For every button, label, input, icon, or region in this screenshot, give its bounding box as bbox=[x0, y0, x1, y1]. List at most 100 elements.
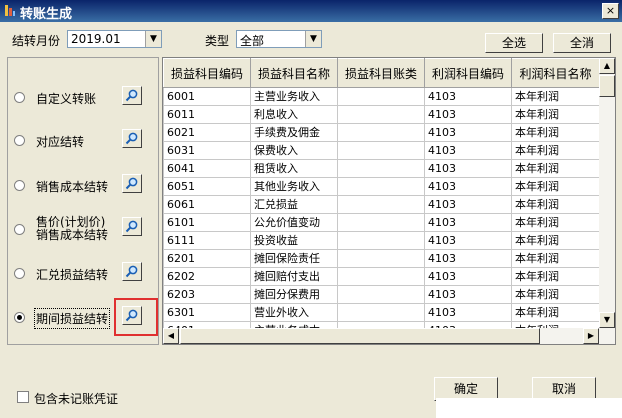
window-title: 转账生成 bbox=[20, 7, 73, 22]
table-row[interactable]: 6203 摊回分保费用 4103 本年利润 bbox=[163, 285, 600, 304]
account-grid[interactable]: 损益科目编码 损益科目名称 损益科目账类 利润科目编码 利润科目名称 6001 主营业务收… bbox=[162, 57, 616, 345]
column-header[interactable]: 利润科目名称 bbox=[511, 58, 600, 88]
period-value: 2019.01 bbox=[71, 32, 121, 46]
table-cell bbox=[337, 267, 425, 286]
close-button[interactable]: × bbox=[602, 3, 619, 19]
radio-custom-transfer[interactable] bbox=[14, 92, 25, 103]
table-cell: 6001 bbox=[163, 87, 251, 106]
scroll-right-icon[interactable]: ▶ bbox=[583, 328, 599, 344]
table-row[interactable]: 6001 主营业务收入 4103 本年利润 bbox=[163, 87, 600, 106]
table-cell: 摊回保险责任 bbox=[250, 249, 338, 268]
type-select[interactable]: 全部 ▼ bbox=[236, 30, 322, 48]
option-label: 自定义转账 bbox=[36, 92, 97, 106]
magnifier-icon bbox=[125, 220, 138, 233]
table-cell: 本年利润 bbox=[511, 105, 600, 124]
table-cell: 4103 bbox=[424, 213, 512, 232]
table-cell: 保费收入 bbox=[250, 141, 338, 160]
include-unposted-label: 包含未记账凭证 bbox=[34, 392, 119, 406]
chevron-down-icon[interactable]: ▼ bbox=[145, 31, 161, 47]
table-row[interactable]: 6031 保费收入 4103 本年利润 bbox=[163, 141, 600, 160]
table-cell: 4103 bbox=[424, 231, 512, 250]
corresponding-transfer-search-button[interactable] bbox=[122, 129, 142, 148]
radio-exchange-gain-loss[interactable] bbox=[14, 268, 25, 279]
sales-cost-transfer-search-button[interactable] bbox=[122, 174, 142, 193]
table-cell bbox=[337, 87, 425, 106]
table-row[interactable]: 6051 其他业务收入 4103 本年利润 bbox=[163, 177, 600, 196]
table-cell: 6041 bbox=[163, 159, 251, 178]
type-label: 类型 bbox=[205, 34, 230, 48]
exchange-gain-loss-search-button[interactable] bbox=[122, 262, 142, 281]
table-cell: 摊回分保费用 bbox=[250, 285, 338, 304]
transfer-generate-dialog: 转账生成 × 结转月份 2019.01 ▼ 类型 全部 ▼ 全选 全消 自定义转… bbox=[0, 0, 622, 418]
table-cell: 6111 bbox=[163, 231, 251, 250]
table-cell bbox=[337, 213, 425, 232]
table-cell: 4103 bbox=[424, 87, 512, 106]
table-cell: 公允价值变动 bbox=[250, 213, 338, 232]
table-row[interactable]: 6101 公允价值变动 4103 本年利润 bbox=[163, 213, 600, 232]
highlight-box bbox=[114, 298, 158, 336]
app-icon bbox=[5, 5, 15, 16]
table-row[interactable]: 6041 租赁收入 4103 本年利润 bbox=[163, 159, 600, 178]
table-row[interactable]: 6061 汇兑损益 4103 本年利润 bbox=[163, 195, 600, 214]
table-cell bbox=[337, 159, 425, 178]
radio-sales-cost-transfer[interactable] bbox=[14, 180, 25, 191]
option-label: 期间损益结转 bbox=[33, 308, 111, 329]
table-cell: 4103 bbox=[424, 105, 512, 124]
table-cell bbox=[337, 195, 425, 214]
table-cell: 本年利润 bbox=[511, 87, 600, 106]
radio-planned-price-sales-cost[interactable] bbox=[14, 224, 25, 235]
table-cell: 本年利润 bbox=[511, 231, 600, 250]
radio-period-profit-loss[interactable] bbox=[14, 312, 25, 323]
table-cell: 4103 bbox=[424, 123, 512, 142]
scroll-down-icon[interactable]: ▼ bbox=[599, 312, 615, 328]
scroll-left-icon[interactable]: ◀ bbox=[163, 328, 179, 344]
table-cell: 4103 bbox=[424, 195, 512, 214]
horizontal-scrollbar[interactable]: ◀ ▶ bbox=[163, 328, 615, 344]
column-header[interactable]: 损益科目编码 bbox=[163, 58, 251, 88]
table-row[interactable]: 6202 摊回赔付支出 4103 本年利润 bbox=[163, 267, 600, 286]
custom-transfer-search-button[interactable] bbox=[122, 86, 142, 105]
column-header[interactable]: 损益科目名称 bbox=[250, 58, 338, 88]
select-all-button[interactable]: 全选 bbox=[485, 33, 543, 53]
table-row[interactable]: 6111 投资收益 4103 本年利润 bbox=[163, 231, 600, 250]
table-cell bbox=[337, 105, 425, 124]
table-cell: 摊回赔付支出 bbox=[250, 267, 338, 286]
table-body: 6001 主营业务收入 4103 本年利润 6011 利息收入 4103 本年利润 6021 手续… bbox=[163, 87, 600, 340]
table-cell: 4103 bbox=[424, 267, 512, 286]
vertical-scroll-thumb[interactable] bbox=[599, 75, 615, 97]
clear-all-button[interactable]: 全消 bbox=[553, 33, 611, 53]
table-cell: 本年利润 bbox=[511, 195, 600, 214]
period-select[interactable]: 2019.01 ▼ bbox=[67, 30, 162, 48]
vertical-scrollbar[interactable]: ▲ ▼ bbox=[599, 58, 615, 328]
chevron-down-icon[interactable]: ▼ bbox=[305, 31, 321, 47]
table-cell: 租赁收入 bbox=[250, 159, 338, 178]
magnifier-icon bbox=[125, 89, 138, 102]
column-header[interactable]: 利润科目编码 bbox=[424, 58, 512, 88]
table-row[interactable]: 6011 利息收入 4103 本年利润 bbox=[163, 105, 600, 124]
table-row[interactable]: 6021 手续费及佣金 4103 本年利润 bbox=[163, 123, 600, 142]
table-row[interactable]: 6201 摊回保险责任 4103 本年利润 bbox=[163, 249, 600, 268]
table-cell: 本年利润 bbox=[511, 177, 600, 196]
include-unposted-checkbox[interactable] bbox=[17, 391, 29, 403]
table-cell: 本年利润 bbox=[511, 141, 600, 160]
cropped-area bbox=[436, 398, 622, 418]
table-cell: 主营业务收入 bbox=[250, 87, 338, 106]
table-row[interactable]: 6301 营业外收入 4103 本年利润 bbox=[163, 303, 600, 322]
column-header[interactable]: 损益科目账类 bbox=[337, 58, 425, 88]
table-cell: 利息收入 bbox=[250, 105, 338, 124]
table-cell: 4103 bbox=[424, 303, 512, 322]
title-bar: 转账生成 × bbox=[0, 0, 622, 22]
table-cell: 4103 bbox=[424, 285, 512, 304]
planned-price-search-button[interactable] bbox=[122, 217, 142, 236]
table-cell: 4103 bbox=[424, 141, 512, 160]
table-cell: 本年利润 bbox=[511, 249, 600, 268]
table-cell: 6011 bbox=[163, 105, 251, 124]
horizontal-scroll-thumb[interactable] bbox=[180, 328, 540, 344]
period-label: 结转月份 bbox=[12, 34, 61, 48]
radio-corresponding-transfer[interactable] bbox=[14, 135, 25, 146]
scroll-up-icon[interactable]: ▲ bbox=[599, 58, 615, 74]
option-label-line2: 销售成本结转 bbox=[36, 228, 109, 242]
table-cell: 汇兑损益 bbox=[250, 195, 338, 214]
table-cell: 6061 bbox=[163, 195, 251, 214]
table-cell: 6301 bbox=[163, 303, 251, 322]
